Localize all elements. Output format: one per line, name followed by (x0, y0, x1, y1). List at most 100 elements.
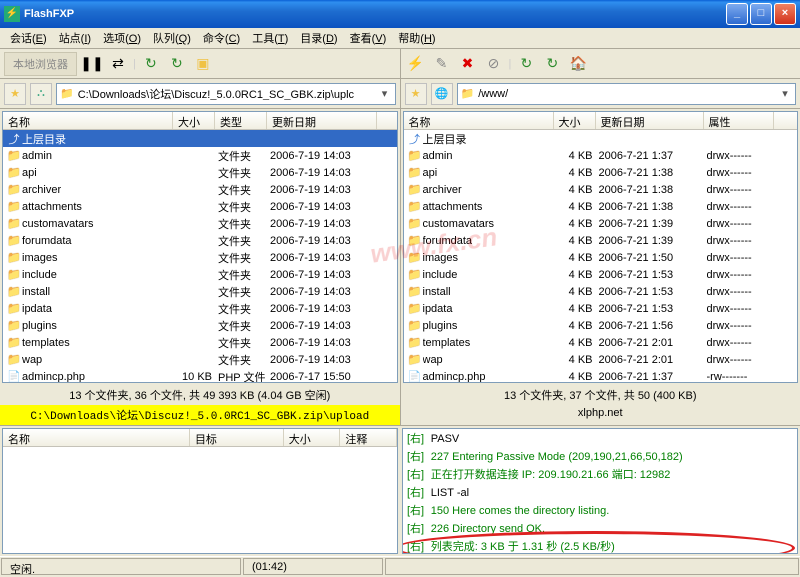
list-item[interactable]: 📁admin4 KB2006-7-21 1:37drwx------ (404, 147, 798, 164)
titlebar[interactable]: ⚡ FlashFXP _ □ × (0, 0, 800, 28)
col-更新日期[interactable]: 更新日期 (267, 112, 377, 129)
folder-icon: 📁 (6, 166, 22, 179)
cell-name: customavatars (423, 218, 557, 230)
refresh2-icon[interactable]: ↻ (166, 53, 188, 75)
col-属性[interactable]: 属性 (704, 112, 774, 129)
address-row: ★ ⛬ 📁 ▾ ★ 🌐 📁 ▾ (0, 79, 800, 109)
list-item[interactable]: 📁plugins4 KB2006-7-21 1:56drwx------ (404, 317, 798, 334)
listview-body[interactable]: ⤴上层目录📁admin4 KB2006-7-21 1:37drwx------📁… (404, 130, 798, 382)
list-item[interactable]: 📁templates4 KB2006-7-21 2:01drwx------ (404, 334, 798, 351)
log-view[interactable]: [右] PASV[右] 227 Entering Passive Mode (2… (402, 428, 798, 554)
list-item[interactable]: 📁api文件夹2006-7-19 14:03 (3, 164, 397, 181)
list-item[interactable]: 📁plugins文件夹2006-7-19 14:03 (3, 317, 397, 334)
minimize-button[interactable]: _ (726, 3, 748, 25)
listview-body[interactable]: ⤴上层目录📁admin文件夹2006-7-19 14:03📁api文件夹2006… (3, 130, 397, 382)
address-right-input[interactable] (478, 88, 778, 100)
abortx-icon[interactable]: ⊘ (483, 53, 505, 75)
address-left-input[interactable] (78, 88, 378, 100)
list-item[interactable]: 📄admincp.php4 KB2006-7-21 1:37-rw------- (404, 368, 798, 382)
globe-icon[interactable]: 🌐 (431, 83, 453, 105)
cell-size: 10 KB (176, 371, 218, 383)
list-item[interactable]: 📁images4 KB2006-7-21 1:50drwx------ (404, 249, 798, 266)
list-item[interactable]: 📁install文件夹2006-7-19 14:03 (3, 283, 397, 300)
list-item[interactable]: 📁customavatars文件夹2006-7-19 14:03 (3, 215, 397, 232)
transfer-icon[interactable]: ⇄ (107, 53, 129, 75)
home-icon[interactable]: 🏠 (567, 53, 589, 75)
folder-icon: 📁 (407, 251, 423, 264)
menu-C[interactable]: 命令(C) (197, 28, 246, 48)
refresh4-icon[interactable]: ↻ (541, 53, 563, 75)
col-名称[interactable]: 名称 (404, 112, 554, 129)
list-item[interactable]: 📁archiver文件夹2006-7-19 14:03 (3, 181, 397, 198)
list-item[interactable]: 📁install4 KB2006-7-21 1:53drwx------ (404, 283, 798, 300)
cell-date: 2006-7-21 1:39 (599, 235, 707, 247)
menu-D[interactable]: 目录(D) (294, 28, 343, 48)
col-大小[interactable]: 大小 (284, 429, 341, 446)
list-item[interactable]: 📁customavatars4 KB2006-7-21 1:39drwx----… (404, 215, 798, 232)
col-更新日期[interactable]: 更新日期 (596, 112, 704, 129)
list-item[interactable]: 📁forumdata4 KB2006-7-21 1:39drwx------ (404, 232, 798, 249)
menu-Q[interactable]: 队列(Q) (147, 28, 197, 48)
list-item[interactable]: 📁ipdata文件夹2006-7-19 14:03 (3, 300, 397, 317)
chevron-down-icon[interactable]: ▾ (778, 87, 792, 100)
list-item[interactable]: 📁attachments4 KB2006-7-21 1:38drwx------ (404, 198, 798, 215)
chevron-down-icon[interactable]: ▾ (378, 87, 392, 100)
quick-connect-icon[interactable]: ✎ (431, 53, 453, 75)
list-item[interactable]: 📁archiver4 KB2006-7-21 1:38drwx------ (404, 181, 798, 198)
star-icon[interactable]: ★ (4, 83, 26, 105)
list-item[interactable]: 📄admincp.php10 KBPHP 文件2006-7-17 15:50 (3, 368, 397, 382)
col-大小[interactable]: 大小 (554, 112, 596, 129)
address-right[interactable]: 📁 ▾ (457, 83, 797, 105)
col-名称[interactable]: 名称 (3, 429, 190, 446)
list-item[interactable]: 📁wap文件夹2006-7-19 14:03 (3, 351, 397, 368)
cell-size: 4 KB (557, 150, 599, 162)
list-item[interactable]: 📁templates文件夹2006-7-19 14:03 (3, 334, 397, 351)
folder-icon: 📁 (407, 234, 423, 247)
col-名称[interactable]: 名称 (3, 112, 173, 129)
disconnect-icon[interactable]: ✖ (457, 53, 479, 75)
cell-name: ipdata (423, 303, 557, 315)
folder-icon: 📁 (461, 87, 475, 100)
col-注释[interactable]: 注释 (340, 429, 397, 446)
col-大小[interactable]: 大小 (173, 112, 215, 129)
refresh3-icon[interactable]: ↻ (515, 53, 537, 75)
folder-icon: 📁 (407, 302, 423, 315)
list-item[interactable]: 📁api4 KB2006-7-21 1:38drwx------ (404, 164, 798, 181)
menu-E[interactable]: 会话(E) (4, 28, 53, 48)
connect-icon[interactable]: ⚡ (405, 53, 427, 75)
address-left[interactable]: 📁 ▾ (56, 83, 396, 105)
close-button[interactable]: × (774, 3, 796, 25)
list-item[interactable]: 📁attachments文件夹2006-7-19 14:03 (3, 198, 397, 215)
list-item[interactable]: ⤴上层目录 (404, 130, 798, 147)
folder-icon: 📁 (407, 166, 423, 179)
list-item[interactable]: ⤴上层目录 (3, 130, 397, 147)
pause-icon[interactable]: ❚❚ (81, 53, 103, 75)
list-item[interactable]: 📁forumdata文件夹2006-7-19 14:03 (3, 232, 397, 249)
statusbar: 空闲. (01:42) (0, 556, 800, 576)
tree-icon[interactable]: ⛬ (30, 83, 52, 105)
menu-H[interactable]: 帮助(H) (392, 28, 441, 48)
star-icon[interactable]: ★ (405, 83, 427, 105)
menu-T[interactable]: 工具(T) (246, 28, 294, 48)
queue-view[interactable]: 名称目标大小注释 (2, 428, 398, 554)
col-目标[interactable]: 目标 (190, 429, 284, 446)
refresh-icon[interactable]: ↻ (140, 53, 162, 75)
menu-O[interactable]: 选项(O) (97, 28, 147, 48)
menu-I[interactable]: 站点(I) (53, 28, 97, 48)
col-类型[interactable]: 类型 (215, 112, 267, 129)
remote-summary: 13 个文件夹, 37 个文件, 共 50 (400 KB) (401, 385, 800, 405)
menu-V[interactable]: 查看(V) (344, 28, 393, 48)
abort-icon[interactable]: ▣ (192, 53, 214, 75)
list-item[interactable]: 📁ipdata4 KB2006-7-21 1:53drwx------ (404, 300, 798, 317)
folder-icon: 📁 (407, 217, 423, 230)
list-item[interactable]: 📁wap4 KB2006-7-21 2:01drwx------ (404, 351, 798, 368)
cell-name: admincp.php (22, 371, 176, 383)
list-item[interactable]: 📁images文件夹2006-7-19 14:03 (3, 249, 397, 266)
list-item[interactable]: 📁admin文件夹2006-7-19 14:03 (3, 147, 397, 164)
cell-name: wap (22, 354, 176, 366)
list-item[interactable]: 📁include文件夹2006-7-19 14:03 (3, 266, 397, 283)
list-item[interactable]: 📁include4 KB2006-7-21 1:53drwx------ (404, 266, 798, 283)
local-listview[interactable]: 名称大小类型更新日期 ⤴上层目录📁admin文件夹2006-7-19 14:03… (2, 111, 398, 383)
remote-listview[interactable]: 名称大小更新日期属性 ⤴上层目录📁admin4 KB2006-7-21 1:37… (403, 111, 799, 383)
maximize-button[interactable]: □ (750, 3, 772, 25)
